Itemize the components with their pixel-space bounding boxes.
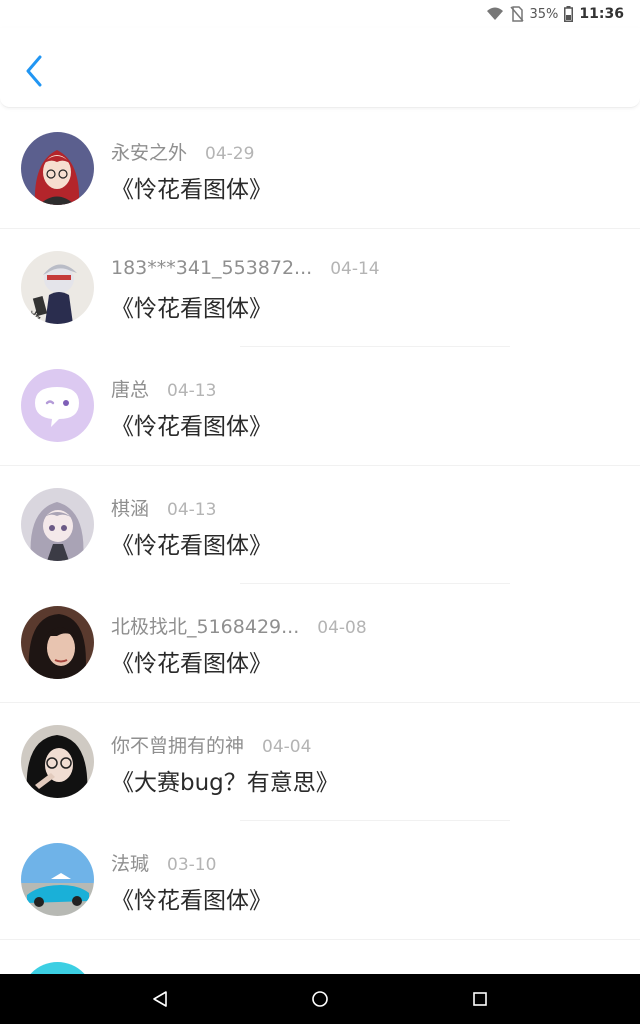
- message-preview: 《怜花看图体》: [111, 295, 272, 322]
- sender-name: 唐总: [111, 379, 150, 401]
- clock: 11:36: [579, 6, 624, 22]
- message-preview: 《怜花看图体》: [111, 888, 272, 914]
- list-item[interactable]: 北极找北_5168429... 04-08 《怜花看图体》: [0, 584, 640, 703]
- list-item-partial[interactable]: [0, 940, 640, 974]
- list-item[interactable]: 你不曾拥有的神 04-04 《大赛bug？有意思》: [0, 703, 640, 821]
- back-triangle-icon: [153, 991, 167, 1007]
- nav-back-button[interactable]: [140, 979, 180, 1019]
- recents-square-icon: [473, 992, 487, 1006]
- message-date: 04-04: [262, 736, 312, 757]
- message-date: 04-13: [167, 381, 217, 401]
- avatar[interactable]: [21, 843, 94, 916]
- svg-text:格: 格: [29, 309, 41, 324]
- message-date: 03-10: [167, 855, 217, 875]
- wifi-icon: [486, 7, 503, 20]
- list-item[interactable]: 格 183***341_553872... 04-14 《怜花看图体》: [0, 229, 640, 347]
- list-item[interactable]: 法瑊 03-10 《怜花看图体》: [0, 821, 640, 940]
- avatar[interactable]: [21, 961, 94, 974]
- sender-name: 永安之外: [111, 142, 188, 164]
- header-bar: [0, 28, 640, 108]
- nav-recents-button[interactable]: [460, 979, 500, 1019]
- sender-name: 棋涵: [111, 497, 150, 520]
- message-date: 04-13: [167, 499, 217, 520]
- avatar[interactable]: [21, 369, 94, 442]
- message-preview: 《怜花看图体》: [111, 414, 272, 440]
- avatar[interactable]: [21, 724, 94, 798]
- message-date: 04-08: [317, 618, 367, 638]
- status-bar: 35% 11:36: [0, 0, 640, 28]
- message-list[interactable]: 永安之外 04-29 《怜花看图体》 格 183***341_553872...…: [0, 110, 640, 974]
- nav-home-button[interactable]: [300, 979, 340, 1019]
- message-date: 04-29: [205, 144, 255, 164]
- status-icons: 35% 11:36: [486, 4, 624, 24]
- sender-name: 北极找北_5168429...: [111, 616, 300, 638]
- battery-percent: 35%: [529, 6, 559, 22]
- message-preview: 《大赛bug？有意思》: [111, 769, 339, 796]
- home-circle-icon: [312, 991, 328, 1007]
- chevron-left-icon: [26, 55, 42, 87]
- message-date: 04-14: [330, 258, 380, 279]
- avatar[interactable]: [21, 487, 94, 561]
- list-item[interactable]: 棋涵 04-13 《怜花看图体》: [0, 466, 640, 584]
- no-sim-icon: [509, 6, 524, 22]
- avatar[interactable]: [21, 606, 94, 679]
- message-preview: 《怜花看图体》: [111, 532, 272, 559]
- sender-name: 183***341_553872...: [111, 256, 313, 279]
- battery-icon: [564, 6, 574, 22]
- avatar[interactable]: [21, 132, 94, 205]
- list-item[interactable]: 永安之外 04-29 《怜花看图体》: [0, 110, 640, 229]
- message-preview: 《怜花看图体》: [111, 177, 272, 203]
- system-nav-bar: [0, 974, 640, 1024]
- message-preview: 《怜花看图体》: [111, 651, 272, 677]
- sender-name: 法瑊: [111, 853, 150, 875]
- back-button[interactable]: [20, 54, 48, 88]
- avatar[interactable]: 格: [21, 250, 94, 324]
- sender-name: 你不曾拥有的神: [111, 734, 245, 757]
- list-item[interactable]: 唐总 04-13 《怜花看图体》: [0, 347, 640, 466]
